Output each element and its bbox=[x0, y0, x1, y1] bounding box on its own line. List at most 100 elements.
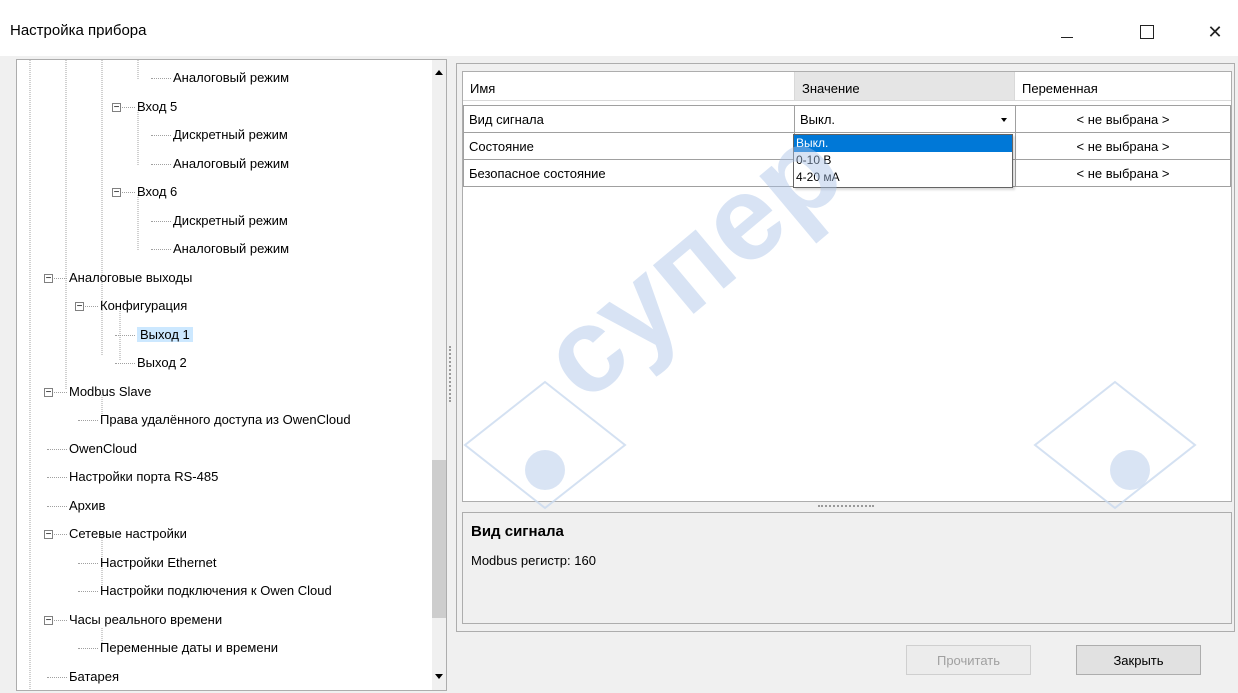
tree-item[interactable]: Конфигурация bbox=[100, 297, 187, 315]
tree-item[interactable]: Аналоговый режим bbox=[173, 155, 289, 173]
tree-connector bbox=[47, 505, 67, 507]
tree-connector bbox=[151, 249, 171, 250]
tree-connector bbox=[47, 477, 67, 478]
tree-item-label: Modbus Slave bbox=[69, 383, 152, 399]
tree-connector bbox=[47, 676, 67, 678]
title-bar: Настройка прибора ✕ bbox=[0, 0, 1238, 56]
tree-item[interactable]: Сетевые настройки bbox=[69, 525, 187, 543]
tree-item[interactable]: Настройки порта RS-485 bbox=[69, 468, 218, 486]
tree-item[interactable]: Аналоговый режим bbox=[173, 240, 289, 258]
tree-item-label: Аналоговый режим bbox=[173, 155, 290, 171]
maximize-button[interactable] bbox=[1124, 14, 1170, 50]
tree-item[interactable]: Дискретный режим bbox=[173, 126, 288, 144]
tree-connector bbox=[115, 334, 135, 336]
tree-item-label: Дискретный режим bbox=[173, 127, 288, 142]
dropdown-option[interactable]: Выкл. bbox=[794, 135, 1012, 152]
tree-item-label: Конфигурация bbox=[100, 298, 188, 313]
tree-connector bbox=[47, 448, 67, 450]
tree-item[interactable]: Вход 6 bbox=[137, 183, 177, 201]
column-header-value[interactable]: Значение bbox=[795, 72, 1015, 101]
row-name-cell[interactable]: Состояние bbox=[463, 133, 795, 160]
description-title: Вид сигнала bbox=[471, 523, 564, 540]
collapse-icon[interactable]: − bbox=[44, 530, 53, 540]
tree-item[interactable]: OwenCloud bbox=[69, 440, 137, 458]
tree-item[interactable]: Батарея bbox=[69, 668, 119, 686]
tree-item[interactable]: Часы реального времени bbox=[69, 611, 222, 629]
chevron-down-icon[interactable] bbox=[1001, 118, 1007, 122]
tree-item-label: Аналоговый режим bbox=[173, 70, 290, 85]
row-name-cell[interactable]: Безопасное состояние bbox=[463, 160, 795, 187]
scroll-down-icon[interactable] bbox=[435, 674, 443, 679]
tree-connector bbox=[151, 78, 171, 79]
read-button[interactable]: Прочитать bbox=[906, 645, 1031, 675]
tree-item-label: Аналоговый режим bbox=[173, 241, 290, 256]
tree-connector bbox=[78, 648, 98, 649]
collapse-icon[interactable]: − bbox=[44, 387, 53, 397]
description-panel: Вид сигнала Modbus регистр: 160 bbox=[462, 512, 1232, 624]
tree-item-label: Сетевые настройки bbox=[69, 526, 187, 541]
vertical-splitter[interactable] bbox=[449, 346, 453, 402]
scroll-up-icon[interactable] bbox=[435, 70, 443, 75]
tree-item-label: Переменные даты и времени bbox=[100, 640, 279, 655]
collapse-icon[interactable]: − bbox=[75, 302, 84, 312]
dropdown-option[interactable]: 0-10 В bbox=[794, 152, 1012, 169]
collapse-icon[interactable]: − bbox=[44, 615, 53, 625]
tree-item[interactable]: Дискретный режим bbox=[173, 212, 288, 230]
tree-connector bbox=[151, 220, 171, 222]
close-button[interactable]: Закрыть bbox=[1076, 645, 1201, 675]
window-title: Настройка прибора bbox=[10, 22, 147, 39]
description-text: Modbus регистр: 160 bbox=[471, 553, 596, 568]
tree-item-label: Дискретный режим bbox=[173, 212, 288, 228]
tree-item[interactable]: Modbus Slave bbox=[69, 383, 151, 401]
row-variable-cell[interactable]: < не выбрана > bbox=[1015, 160, 1231, 187]
tree-connector bbox=[151, 163, 171, 165]
tree-item[interactable]: Выход 2 bbox=[137, 354, 187, 372]
collapse-icon[interactable]: − bbox=[44, 273, 53, 283]
tree-item[interactable]: Настройки Ethernet bbox=[100, 554, 217, 572]
row-name-cell[interactable]: Вид сигнала bbox=[463, 105, 795, 133]
device-tree[interactable]: Аналоговый режим Вход 5 − Дискретный режим А… bbox=[16, 59, 447, 691]
tree-item[interactable]: Настройки подключения к Owen Cloud bbox=[100, 582, 332, 600]
collapse-icon[interactable]: − bbox=[112, 102, 121, 112]
tree-item-label: Часы реального времени bbox=[69, 611, 223, 627]
tree-connector bbox=[151, 135, 171, 136]
row-variable-cell[interactable]: < не выбрана > bbox=[1015, 105, 1231, 133]
tree-item-label: Настройки подключения к Owen Cloud bbox=[100, 583, 332, 598]
tree-connector bbox=[78, 562, 98, 564]
tree-item-label: Выход 1 bbox=[137, 326, 193, 342]
dropdown-option[interactable]: 4-20 мА bbox=[794, 169, 1012, 186]
combo-value: Выкл. bbox=[800, 112, 836, 127]
tree-item-label: Архив bbox=[69, 497, 106, 513]
tree-item-label: Вход 6 bbox=[137, 184, 178, 199]
tree-item[interactable]: Аналоговый режим bbox=[173, 69, 289, 87]
tree-item[interactable]: Выход 1 bbox=[137, 326, 193, 344]
tree-connector bbox=[78, 591, 98, 592]
tree-connector bbox=[78, 420, 98, 421]
close-window-button[interactable]: ✕ bbox=[1192, 14, 1238, 50]
tree-item-label: Аналоговые выходы bbox=[69, 269, 193, 285]
maximize-icon bbox=[1140, 25, 1154, 39]
scroll-thumb[interactable] bbox=[432, 460, 446, 618]
tree-item[interactable]: Аналоговые выходы bbox=[69, 269, 192, 287]
tree-item-label: Батарея bbox=[69, 668, 120, 684]
tree-item-label: Настройки Ethernet bbox=[100, 554, 217, 570]
tree-item-label: Выход 2 bbox=[137, 355, 187, 370]
tree-item[interactable]: Архив bbox=[69, 497, 105, 515]
column-header-variable[interactable]: Переменная bbox=[1015, 72, 1231, 101]
collapse-icon[interactable]: − bbox=[112, 188, 121, 198]
signal-type-dropdown[interactable]: Выкл. 0-10 В 4-20 мА bbox=[793, 134, 1013, 188]
tree-item-label: Вход 5 bbox=[137, 98, 178, 114]
minimize-button[interactable] bbox=[1044, 14, 1090, 50]
tree-item-label: Настройки порта RS-485 bbox=[69, 469, 219, 484]
horizontal-splitter[interactable] bbox=[818, 505, 874, 509]
row-variable-cell[interactable]: < не выбрана > bbox=[1015, 133, 1231, 160]
tree-item[interactable]: Вход 5 bbox=[137, 98, 177, 116]
tree-item-label: Права удалённого доступа из OwenCloud bbox=[100, 412, 351, 427]
tree-item-label: OwenCloud bbox=[69, 440, 137, 456]
close-icon: ✕ bbox=[1207, 21, 1223, 42]
tree-item[interactable]: Переменные даты и времени bbox=[100, 639, 278, 657]
signal-type-combo[interactable]: Выкл. bbox=[794, 105, 1016, 133]
column-header-name[interactable]: Имя bbox=[463, 72, 795, 101]
tree-item[interactable]: Права удалённого доступа из OwenCloud bbox=[100, 411, 351, 429]
tree-scrollbar[interactable] bbox=[432, 60, 446, 690]
